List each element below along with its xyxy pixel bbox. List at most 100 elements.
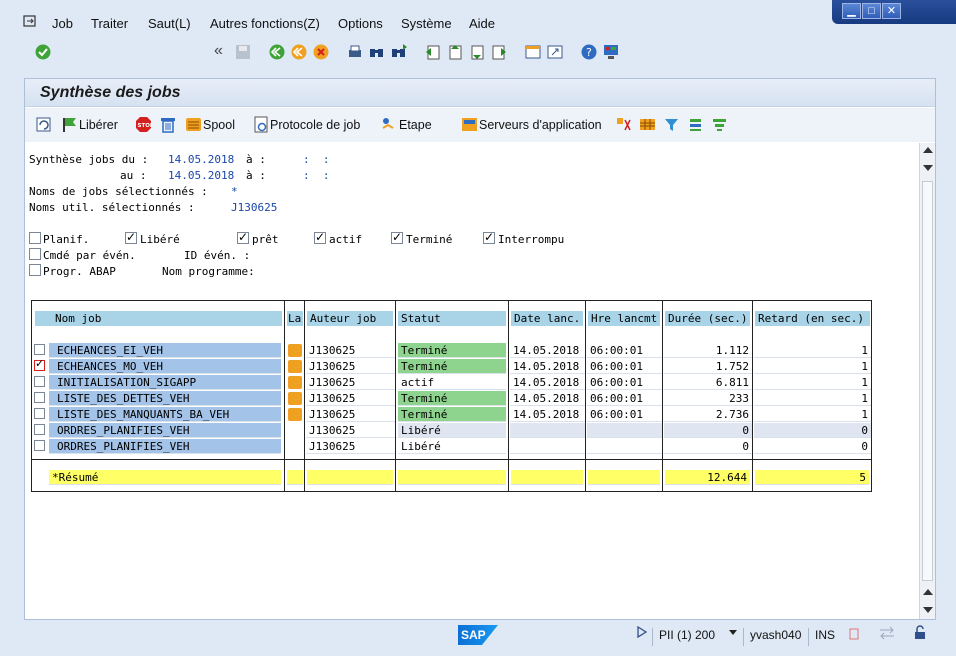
delete-icon[interactable]	[159, 116, 176, 133]
subtotal-icon[interactable]	[711, 116, 728, 133]
header-heure[interactable]: Hre lancmt	[588, 311, 660, 326]
scroll-down-icon[interactable]	[923, 607, 933, 613]
print-icon[interactable]	[346, 43, 364, 61]
planif-checkbox[interactable]	[29, 232, 41, 244]
system-dropdown-icon[interactable]	[729, 630, 737, 635]
menu-options[interactable]: Options	[338, 16, 383, 31]
last-page-icon[interactable]	[490, 43, 508, 61]
job-log-button[interactable]: Protocole de job	[270, 118, 360, 132]
servers-button[interactable]: Serveurs d'application	[479, 118, 602, 132]
pret-checkbox[interactable]	[237, 230, 249, 244]
shortcut-icon[interactable]	[546, 43, 564, 61]
first-page-icon[interactable]	[424, 43, 442, 61]
back-icon[interactable]	[268, 43, 286, 61]
refresh-icon[interactable]	[35, 116, 52, 133]
termine-checkbox[interactable]	[391, 230, 403, 244]
actif-checkbox[interactable]	[314, 230, 326, 244]
filter-icon[interactable]	[663, 116, 680, 133]
next-page-icon[interactable]	[468, 43, 486, 61]
row-checkbox[interactable]	[34, 392, 45, 403]
spool-lamp-icon[interactable]	[288, 344, 302, 357]
minimize-button[interactable]: ▁	[842, 3, 861, 19]
back-nav-glyph[interactable]: «	[214, 42, 232, 60]
header-retard[interactable]: Retard (en sec.)	[755, 311, 870, 326]
sum-icon[interactable]	[687, 116, 704, 133]
row-checkbox[interactable]	[34, 408, 45, 419]
scroll-thumb[interactable]	[922, 181, 933, 581]
job-status: Terminé	[398, 343, 506, 358]
cancel-icon[interactable]	[312, 43, 330, 61]
step-button[interactable]: Etape	[399, 118, 432, 132]
header-nom-job[interactable]: Nom job	[35, 311, 282, 326]
summary-la	[287, 470, 303, 485]
menu-saut[interactable]: Saut(L)	[148, 16, 191, 31]
step-icon[interactable]	[380, 116, 397, 133]
vertical-scrollbar[interactable]	[919, 143, 935, 619]
prev-page-icon[interactable]	[446, 43, 464, 61]
menu-aide[interactable]: Aide	[469, 16, 495, 31]
row-checkbox[interactable]: ✓	[34, 357, 45, 371]
progr-checkbox[interactable]	[29, 264, 41, 276]
menu-traiter[interactable]: Traiter	[91, 16, 128, 31]
flag-icon[interactable]	[61, 116, 78, 133]
spool-lamp-icon[interactable]	[288, 360, 302, 373]
save-icon[interactable]	[234, 43, 252, 61]
row-checkbox[interactable]	[34, 440, 45, 451]
spool-lamp-icon[interactable]	[288, 408, 302, 421]
liberer-button[interactable]: Libérer	[79, 118, 118, 132]
layout-icon[interactable]	[602, 43, 620, 61]
job-name[interactable]: INITIALISATION_SIGAPP	[49, 375, 281, 390]
new-session-icon[interactable]	[524, 43, 542, 61]
row-checkbox[interactable]	[34, 376, 45, 387]
insert-mode[interactable]: INS	[815, 628, 835, 642]
date-from-value[interactable]: 14.05.2018	[168, 153, 234, 166]
menu-job[interactable]: Job	[52, 16, 73, 31]
row-checkbox[interactable]	[34, 424, 45, 435]
maximize-button[interactable]: □	[862, 3, 881, 19]
scroll-up-icon[interactable]	[923, 147, 933, 153]
exit-icon[interactable]	[290, 43, 308, 61]
job-name[interactable]: ECHEANCES_MO_VEH	[49, 359, 281, 374]
row-checkbox[interactable]	[34, 344, 45, 355]
menu-toggle-icon[interactable]	[22, 14, 38, 31]
cmde-checkbox[interactable]	[29, 248, 41, 260]
job-name[interactable]: ORDRES_PLANIFIES_VEH	[49, 423, 281, 438]
server-icon[interactable]	[461, 116, 478, 133]
find-next-icon[interactable]	[390, 43, 408, 61]
job-name[interactable]: ECHEANCES_EI_VEH	[49, 343, 281, 358]
job-name[interactable]: LISTE_DES_MANQUANTS_BA_VEH	[49, 407, 281, 422]
users-value[interactable]: J130625	[231, 201, 277, 214]
spool-lamp-icon[interactable]	[288, 376, 302, 389]
job-name[interactable]: LISTE_DES_DETTES_VEH	[49, 391, 281, 406]
find-icon[interactable]	[368, 43, 386, 61]
enter-icon[interactable]	[34, 43, 52, 61]
help-icon[interactable]: ?	[580, 43, 598, 61]
time-to-value[interactable]: : :	[303, 169, 330, 182]
stop-icon[interactable]: STOP	[135, 116, 154, 133]
header-duree[interactable]: Durée (sec.)	[665, 311, 750, 326]
play-icon[interactable]	[637, 625, 648, 641]
scroll-up-icon[interactable]	[923, 589, 933, 595]
header-auteur[interactable]: Auteur job	[307, 311, 393, 326]
menu-systeme[interactable]: Système	[401, 16, 452, 31]
scroll-down-icon[interactable]	[923, 165, 933, 171]
menu-autres-fonctions[interactable]: Autres fonctions(Z)	[210, 16, 320, 31]
header-date[interactable]: Date lanc.	[511, 311, 583, 326]
grid-icon[interactable]	[639, 116, 656, 133]
interrompu-checkbox[interactable]	[483, 230, 495, 244]
header-la[interactable]: La	[287, 311, 303, 326]
header-statut[interactable]: Statut	[398, 311, 506, 326]
spool-icon[interactable]	[185, 116, 202, 133]
job-delay: 1	[754, 391, 871, 406]
spool-button[interactable]: Spool	[203, 118, 235, 132]
close-button[interactable]: ✕	[882, 3, 901, 19]
libere-checkbox[interactable]	[125, 230, 137, 244]
job-log-icon[interactable]	[253, 116, 270, 133]
spool-lamp-icon[interactable]	[288, 392, 302, 405]
time-from-value[interactable]: : :	[303, 153, 330, 166]
job-name[interactable]: ORDRES_PLANIFIES_VEH	[49, 439, 281, 454]
jobnames-value[interactable]: *	[231, 185, 238, 198]
date-to-value[interactable]: 14.05.2018	[168, 169, 234, 182]
system-info[interactable]: PII (1) 200	[659, 628, 715, 642]
sort-icon[interactable]	[615, 116, 632, 133]
